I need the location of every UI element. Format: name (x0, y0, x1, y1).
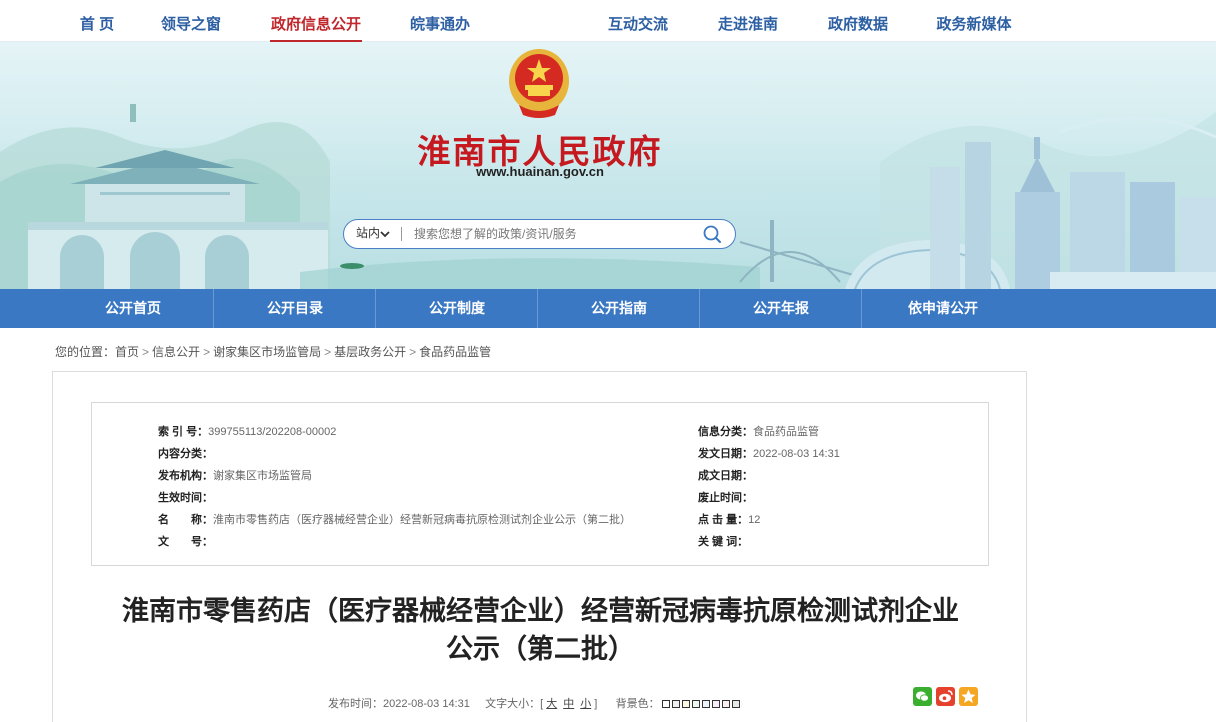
breadcrumb-info-disclosure[interactable]: 信息公开 (152, 345, 200, 359)
article-title: 淮南市零售药店（医疗器械经营企业）经营新冠病毒抗原检测试剂企业 公示（第二批） (93, 592, 988, 668)
font-size-large[interactable]: 大 (543, 698, 560, 710)
meta-index-no: 索 引 号：399755113/202208-00002 (158, 423, 336, 439)
breadcrumb-grassroots-disclosure[interactable]: 基层政务公开 (334, 345, 406, 359)
meta-value: 食品药品监管 (753, 426, 819, 438)
document-metadata-table: 索 引 号：399755113/202208-00002 内容分类： 发布机构：… (91, 402, 989, 566)
site-url: www.huainan.gov.cn (476, 164, 604, 179)
meta-label: 信息分类： (698, 426, 753, 438)
top-navigation: 首 页 领导之窗 政府信息公开 皖事通办 互动交流 走进淮南 政府数据 政务新媒… (0, 0, 1216, 42)
breadcrumb-separator: > (324, 345, 332, 359)
bg-color-swatch-2[interactable] (671, 700, 680, 708)
nav-about-huainan[interactable]: 走进淮南 (717, 0, 779, 42)
weibo-icon[interactable] (936, 687, 955, 706)
publish-time: 2022-08-03 14:31 (383, 698, 470, 710)
nav-anhui-services[interactable]: 皖事通办 (409, 0, 471, 42)
publish-time-label: 发布时间： (328, 698, 383, 710)
bg-color-swatch-7[interactable] (721, 700, 730, 708)
breadcrumb-separator: > (409, 345, 417, 359)
subnav-disclosure-guide[interactable]: 公开指南 (538, 289, 700, 328)
meta-label: 关 键 词： (698, 536, 749, 548)
meta-content-category: 内容分类： (158, 445, 213, 461)
meta-value: 399755113/202208-00002 (208, 426, 337, 438)
meta-publisher: 发布机构：谢家集区市场监管局 (158, 467, 312, 483)
breadcrumb-prefix: 您的位置： (55, 345, 116, 359)
meta-doc-no: 文 号： (158, 533, 213, 549)
breadcrumb-market-bureau[interactable]: 谢家集区市场监管局 (213, 345, 321, 359)
subnav-disclosure-policy[interactable]: 公开制度 (376, 289, 538, 328)
meta-label: 索 引 号： (158, 426, 209, 438)
bg-color-swatch-6[interactable] (711, 700, 720, 708)
meta-keywords: 关 键 词： (698, 533, 748, 549)
bg-color-swatch-1[interactable] (661, 700, 670, 708)
meta-label: 废止时间： (698, 492, 753, 504)
breadcrumb-separator: > (142, 345, 150, 359)
nav-gov-info-disclosure[interactable]: 政府信息公开 (270, 0, 362, 42)
bg-color-swatches (660, 698, 740, 710)
meta-label: 内容分类： (158, 448, 213, 460)
meta-label: 发文日期： (698, 448, 753, 460)
meta-value: 2022-08-03 14:31 (753, 448, 840, 460)
breadcrumb: 您的位置：首页 > 信息公开 > 谢家集区市场监管局 > 基层政务公开 > 食品药品监管 (55, 343, 491, 360)
bg-color-swatch-4[interactable] (691, 700, 700, 708)
search-bar: 站内 (343, 219, 736, 249)
article-title-line-2: 公示（第二批） (446, 634, 635, 664)
meta-views: 点 击 量：12 (698, 511, 760, 527)
meta-label: 名 称： (158, 514, 213, 526)
meta-name: 名 称：淮南市零售药店（医疗器械经营企业）经营新冠病毒抗原检测试剂企业公示（第二… (158, 511, 631, 527)
breadcrumb-separator: > (203, 345, 211, 359)
nav-gov-data[interactable]: 政府数据 (827, 0, 889, 42)
meta-issue-date: 发文日期：2022-08-03 14:31 (698, 445, 840, 461)
bg-color-label: 背景色： (615, 698, 660, 710)
meta-value: 淮南市零售药店（医疗器械经营企业）经营新冠病毒抗原检测试剂企业公示（第二批） (213, 514, 631, 526)
bg-color-swatch-3[interactable] (681, 700, 690, 708)
meta-expiry-date: 废止时间： (698, 489, 753, 505)
meta-label: 生效时间： (158, 492, 213, 504)
meta-value: 谢家集区市场监管局 (213, 470, 312, 482)
national-emblem-icon (509, 49, 569, 118)
search-input[interactable] (414, 223, 694, 245)
bg-color-swatch-5[interactable] (701, 700, 710, 708)
nav-leadership[interactable]: 领导之窗 (160, 0, 222, 42)
meta-label: 点 击 量： (698, 514, 749, 526)
font-size-medium[interactable]: 中 (560, 698, 577, 710)
subnav-annual-report[interactable]: 公开年报 (700, 289, 862, 328)
chevron-down-icon[interactable] (380, 229, 390, 239)
breadcrumb-home[interactable]: 首页 (115, 345, 139, 359)
article-title-line-1: 淮南市零售药店（医疗器械经营企业）经营新冠病毒抗原检测试剂企业 (122, 596, 959, 626)
bg-color-swatch-8[interactable] (731, 700, 740, 708)
font-size-label: 文字大小：[ (485, 698, 544, 710)
subnav-disclosure-catalog[interactable]: 公开目录 (214, 289, 376, 328)
subnav-request-disclosure[interactable]: 依申请公开 (862, 289, 1024, 328)
qzone-icon[interactable] (959, 687, 978, 706)
nav-interaction[interactable]: 互动交流 (607, 0, 669, 42)
header-banner: 淮南市人民政府 www.huainan.gov.cn 站内 (0, 42, 1216, 289)
breadcrumb-food-drug[interactable]: 食品药品监管 (419, 345, 491, 359)
search-scope-select[interactable]: 站内 (356, 220, 380, 247)
wechat-icon[interactable] (913, 687, 932, 706)
meta-label: 成文日期： (698, 470, 753, 482)
nav-home[interactable]: 首 页 (78, 0, 116, 42)
meta-info-category: 信息分类：食品药品监管 (698, 423, 819, 439)
meta-value: 12 (748, 514, 761, 526)
search-divider (401, 227, 402, 241)
meta-label: 发布机构： (158, 470, 213, 482)
nav-new-media[interactable]: 政务新媒体 (936, 0, 1012, 42)
meta-label: 文 号： (158, 536, 213, 548)
disclosure-subnav: 公开首页 公开目录 公开制度 公开指南 公开年报 依申请公开 (0, 289, 1216, 328)
article-container: 索 引 号：399755113/202208-00002 内容分类： 发布机构：… (52, 371, 1027, 722)
article-info-bar: 发布时间：2022-08-03 14:31 文字大小：[大中小] 背景色： (328, 695, 740, 711)
subnav-disclosure-home[interactable]: 公开首页 (52, 289, 214, 328)
font-size-small[interactable]: 小 (577, 698, 594, 710)
meta-effective-date: 生效时间： (158, 489, 213, 505)
meta-creation-date: 成文日期： (698, 467, 753, 483)
font-size-close: ] (594, 698, 598, 710)
search-icon[interactable] (701, 223, 723, 245)
